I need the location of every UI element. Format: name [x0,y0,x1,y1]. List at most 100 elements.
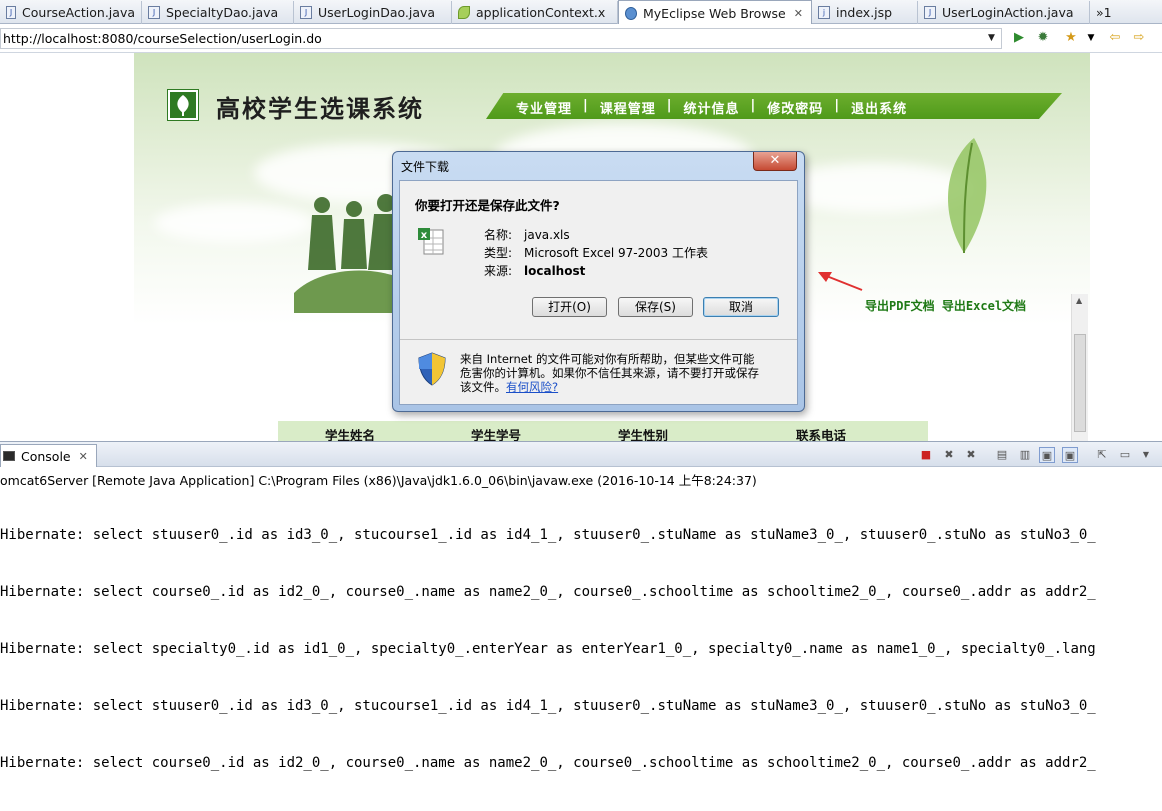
tab-course-action[interactable]: J CourseAction.java [0,1,142,24]
remove-launch-icon[interactable]: ✖ [941,447,957,463]
jsp-file-icon: j [818,6,830,19]
console-line: Hibernate: select stuuser0_.id as id3_0_… [0,698,1096,714]
console-toolbar: Console ✕ ■ ✖ ✖ ▤ ▥ ▣ ▣ ⇱ ▭ ▼ [0,442,1162,467]
open-button[interactable]: 打开(O) [532,297,607,317]
tab-console[interactable]: Console ✕ [0,444,97,467]
tab-application-context[interactable]: applicationContext.x [452,1,618,24]
console-tab-label: Console [21,448,71,464]
console-icon [3,451,15,461]
field-label: 名称: [484,228,513,242]
dialog-divider [400,339,797,340]
chevron-down-icon[interactable]: ▼ [1138,447,1154,463]
risk-info-link[interactable]: 有何风险? [506,380,558,394]
url-dropdown-icon[interactable]: ▼ [988,33,995,43]
cancel-button[interactable]: 取消 [703,297,779,317]
tab-label: MyEclipse Web Browse [643,5,786,21]
close-icon[interactable]: ✕ [79,450,88,463]
tab-specialty-dao[interactable]: J SpecialtyDao.java [142,1,294,24]
tab-label: CourseAction.java [22,5,135,20]
menu-item-change-password[interactable]: 修改密码 [767,98,823,117]
menu-item-logout[interactable]: 退出系统 [851,98,907,117]
tab-overflow-button[interactable]: »1 [1090,1,1130,24]
scroll-lock-icon[interactable]: ▥ [1017,447,1033,463]
site-title: 高校学生选课系统 [216,94,424,123]
menu-item-specialty[interactable]: 专业管理 [516,98,572,117]
warning-line: 来自 Internet 的文件可能对你有所帮助，但某些文件可能 [460,352,755,366]
pin-console-icon[interactable]: ⇱ [1094,447,1110,463]
terminate-icon[interactable]: ■ [918,447,934,463]
forward-arrow-icon[interactable]: ⇨ [1131,30,1147,46]
tab-label: index.jsp [836,5,893,20]
tab-user-login-action[interactable]: J UserLoginAction.java [918,1,1090,24]
show-on-stdout-icon[interactable]: ▣ [1039,447,1055,463]
address-bar: ▼ ▶ ✹ ★ ▼ ⇦ ⇨ [0,24,1162,53]
java-file-icon: J [300,6,312,19]
close-icon[interactable]: ✕ [794,7,803,20]
console-panel: Console ✕ ■ ✖ ✖ ▤ ▥ ▣ ▣ ⇱ ▭ ▼ omcat6Serv… [0,441,1162,771]
menu-item-course[interactable]: 课程管理 [600,98,656,117]
remove-all-launches-icon[interactable]: ✖ [963,447,979,463]
file-name-value: java.xls [524,228,570,242]
show-on-stderr-icon[interactable]: ▣ [1062,447,1078,463]
svg-text:x: x [421,230,428,241]
browser-scrollbar[interactable]: ▲ [1071,294,1088,441]
go-icon[interactable]: ▶ [1011,30,1027,46]
java-file-icon: J [6,6,17,19]
site-logo-icon [168,90,198,120]
leaf-decoration-image [947,138,987,254]
display-console-icon[interactable]: ▭ [1117,447,1133,463]
tab-overflow-count: »1 [1096,5,1112,20]
debug-icon[interactable]: ✹ [1035,30,1051,46]
java-file-icon: J [924,6,936,19]
file-source-value: localhost [524,264,586,278]
file-name-row: 名称: java.xls [484,226,570,243]
scroll-thumb[interactable] [1074,334,1086,432]
back-arrow-icon[interactable]: ⇦ [1107,30,1123,46]
spring-xml-icon [458,6,470,19]
tab-web-browser[interactable]: MyEclipse Web Browse ✕ [618,0,812,25]
menu-separator: | [666,98,673,113]
file-type-value: Microsoft Excel 97-2003 工作表 [524,246,708,260]
file-type-row: 类型: Microsoft Excel 97-2003 工作表 [484,244,708,261]
warning-line: 该文件。 [460,380,506,394]
field-label: 来源: [484,264,513,278]
export-links: 导出PDF文档 导出Excel文档 [865,297,1026,314]
console-line: Hibernate: select course0_.id as id2_0_,… [0,755,1096,771]
globe-icon [625,6,637,20]
scroll-up-icon[interactable]: ▲ [1076,296,1082,305]
menu-separator: | [750,98,757,113]
console-output[interactable]: Hibernate: select stuuser0_.id as id3_0_… [0,488,1096,811]
tab-label: UserLoginDao.java [318,5,436,20]
url-input[interactable] [0,28,1002,49]
export-excel-link[interactable]: 导出Excel文档 [942,299,1026,313]
dialog-body: 你要打开还是保存此文件? x 名称: java.xls 类型: Microsoft … [399,180,798,405]
column-header-name: 学生姓名 [325,428,376,441]
security-shield-icon [418,352,446,386]
menu-separator: | [583,98,589,113]
main-menu: 专业管理 | 课程管理 | 统计信息 | 修改密码 | 退出系统 [516,98,907,117]
console-process-info: omcat6Server [Remote Java Application] C… [0,473,757,488]
file-download-dialog: 文件下载 ✕ 你要打开还是保存此文件? x 名称: java.xls 类型: Mic… [392,151,805,412]
menu-separator: | [834,98,841,113]
tab-index-jsp[interactable]: j index.jsp [812,1,918,24]
tab-label: SpecialtyDao.java [166,5,279,20]
tab-user-login-dao[interactable]: J UserLoginDao.java [294,1,452,24]
column-header-number: 学生学号 [471,428,522,441]
excel-file-icon: x [418,228,444,255]
export-pdf-link[interactable]: 导出PDF文档 [865,299,935,313]
editor-tab-bar: J CourseAction.java J SpecialtyDao.java … [0,0,1162,25]
dialog-close-button[interactable]: ✕ [753,152,797,171]
chevron-down-icon[interactable]: ▼ [1083,30,1099,46]
warning-line: 危害你的计算机。如果你不信任其来源，请不要打开或保存 [460,366,759,380]
tab-label: UserLoginAction.java [942,5,1074,20]
dialog-question: 你要打开还是保存此文件? [415,198,560,213]
column-header-gender: 学生性别 [618,428,669,441]
field-label: 类型: [484,246,513,260]
column-header-phone: 联系电话 [796,428,847,441]
dialog-title: 文件下载 [401,160,450,174]
save-button[interactable]: 保存(S) [618,297,693,317]
console-line: Hibernate: select course0_.id as id2_0_,… [0,584,1096,600]
favorites-icon[interactable]: ★ [1063,30,1079,46]
menu-item-statistics[interactable]: 统计信息 [684,98,740,117]
clear-console-icon[interactable]: ▤ [994,447,1010,463]
